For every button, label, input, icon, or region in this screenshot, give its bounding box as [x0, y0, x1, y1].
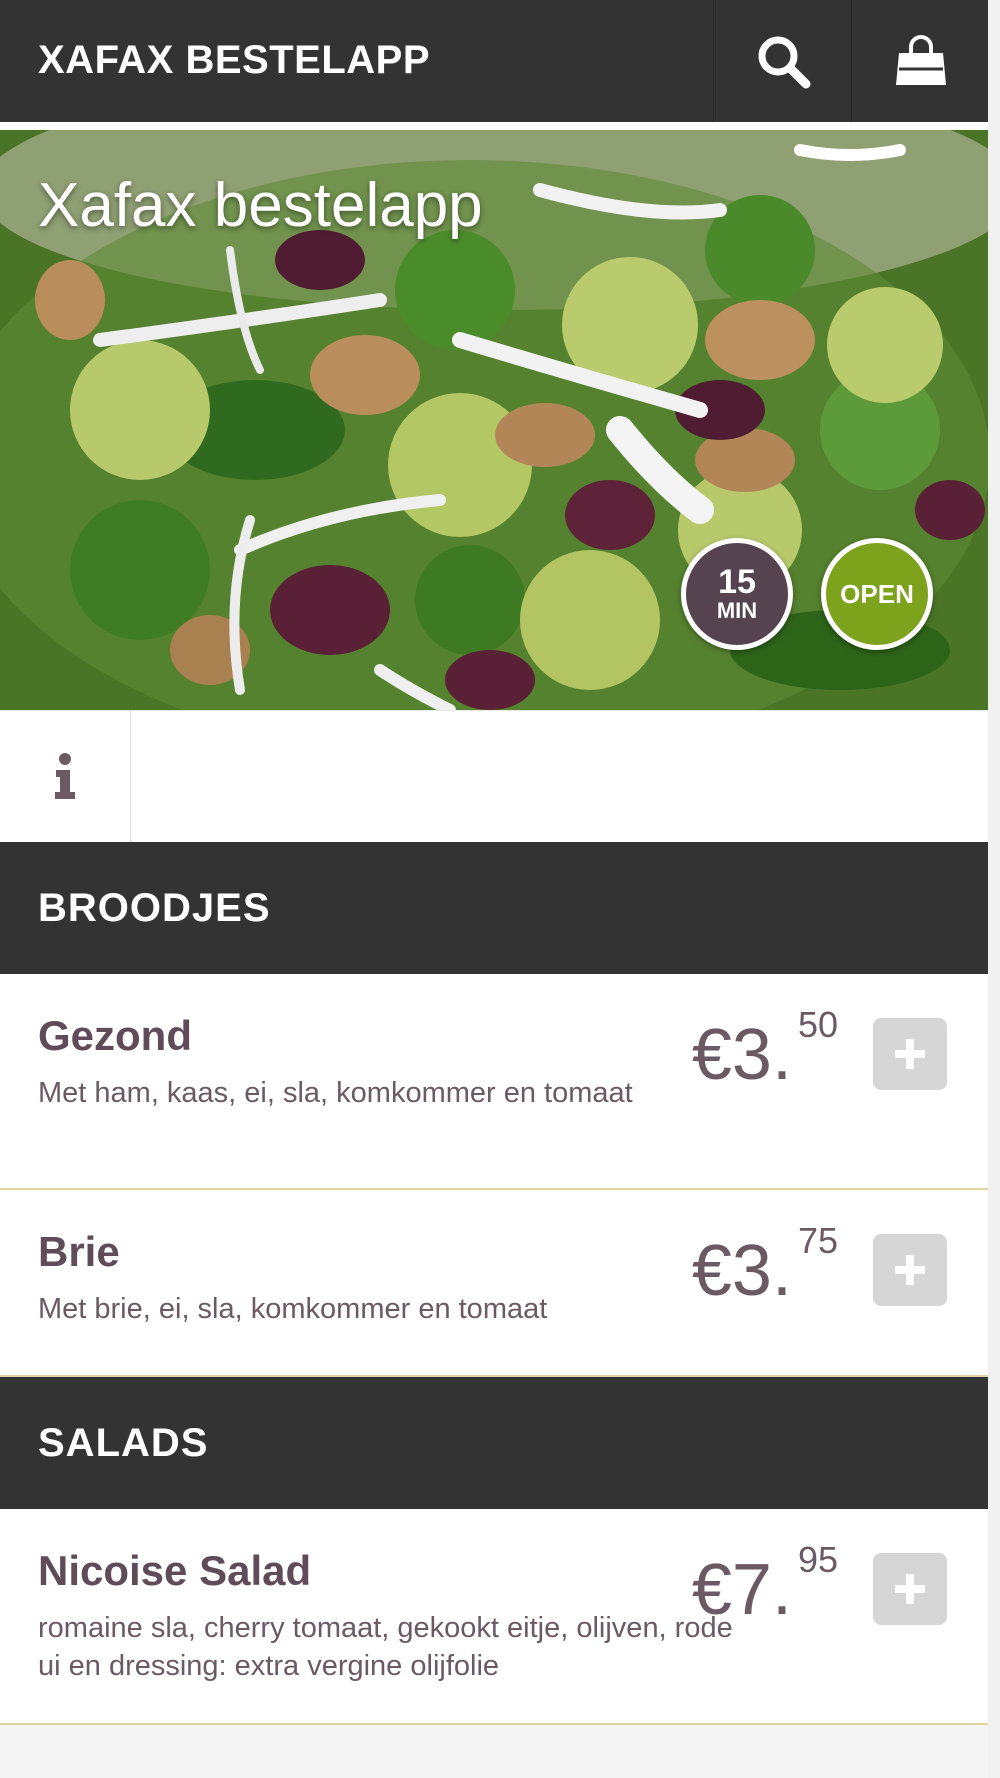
- item-name: Brie: [38, 1228, 120, 1275]
- prep-time-badge: 15 MIN: [681, 538, 793, 650]
- search-icon: [758, 36, 810, 89]
- price-cents: 50: [797, 1004, 838, 1045]
- hero-banner: Xafax bestelapp 15 MIN OPEN: [0, 130, 988, 710]
- hero-title: Xafax bestelapp: [38, 171, 483, 240]
- shopping-bag-icon: [895, 35, 946, 85]
- info-icon: [55, 752, 75, 799]
- add-to-cart-button[interactable]: [873, 1018, 947, 1090]
- plus-icon: [895, 1039, 925, 1069]
- category-header-broodjes: BROODJES: [0, 842, 988, 974]
- menu-item-brie[interactable]: Brie Met brie, ei, sla, komkommer en tom…: [0, 1190, 988, 1377]
- item-description: Met brie, ei, sla, komkommer en tomaat: [38, 1293, 548, 1325]
- top-bar: XAFAX BESTELAPP: [0, 0, 988, 126]
- price-cents: 95: [797, 1539, 838, 1580]
- item-price: €7. 95: [692, 1539, 838, 1635]
- plus-icon: [895, 1574, 925, 1604]
- plus-icon: [895, 1255, 925, 1285]
- prep-time-unit: MIN: [716, 598, 758, 623]
- menu-item-nicoise-salad[interactable]: Nicoise Salad romaine sla, cherry tomaat…: [0, 1509, 988, 1725]
- list-end-spacer: [0, 1725, 988, 1778]
- item-name: Gezond: [38, 1012, 192, 1059]
- category-header-salads: SALADS: [0, 1377, 988, 1509]
- category-title: BROODJES: [38, 886, 271, 930]
- app-screen: XAFAX BESTELAPP Xafax bestelapp 15 MIN O…: [0, 0, 988, 1778]
- price-main: €7.: [691, 1550, 792, 1630]
- prep-time-value: 15: [718, 563, 756, 601]
- item-price: €3. 50: [692, 1004, 838, 1100]
- search-button[interactable]: [713, 0, 851, 122]
- category-title: SALADS: [38, 1421, 209, 1465]
- item-description: romaine sla, cherry tomaat, gekookt eitj…: [38, 1612, 733, 1682]
- page-scrollbar[interactable]: [988, 0, 1000, 1778]
- item-name: Nicoise Salad: [38, 1547, 312, 1594]
- add-to-cart-button[interactable]: [873, 1234, 947, 1306]
- open-status-badge: OPEN: [821, 538, 933, 650]
- app-brand: XAFAX BESTELAPP: [38, 38, 431, 82]
- item-price: €3. 75: [692, 1220, 838, 1316]
- item-description: Met ham, kaas, ei, sla, komkommer en tom…: [38, 1077, 633, 1109]
- info-button[interactable]: [0, 711, 131, 842]
- menu-item-gezond[interactable]: Gezond Met ham, kaas, ei, sla, komkommer…: [0, 974, 988, 1190]
- price-main: €3.: [691, 1015, 792, 1095]
- price-main: €3.: [691, 1231, 792, 1311]
- price-cents: 75: [797, 1220, 838, 1261]
- info-bar: [0, 710, 988, 842]
- add-to-cart-button[interactable]: [873, 1553, 947, 1625]
- cart-button[interactable]: [851, 0, 989, 122]
